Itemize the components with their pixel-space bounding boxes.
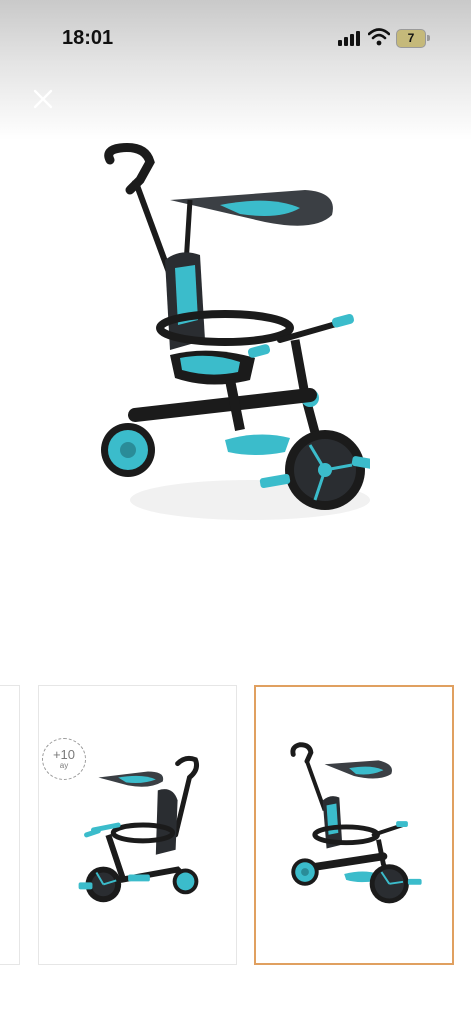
close-icon[interactable]	[30, 86, 56, 112]
cellular-signal-icon	[338, 30, 362, 46]
battery-icon: 7	[396, 29, 426, 48]
thumbnail-side-view-image	[290, 742, 422, 904]
status-bar: 18:01 7	[0, 0, 471, 76]
status-time: 18:01	[62, 27, 114, 49]
thumbnail-front-view-image	[78, 755, 199, 903]
thumbnail-previous[interactable]	[0, 685, 20, 965]
main-product-image	[101, 143, 370, 520]
thumbnail-side-view[interactable]	[254, 685, 454, 965]
wifi-icon	[368, 28, 390, 46]
battery-level: 7	[407, 31, 415, 45]
battery-cap	[427, 35, 430, 41]
thumbnail-front-view[interactable]: +10 ay	[38, 685, 237, 965]
